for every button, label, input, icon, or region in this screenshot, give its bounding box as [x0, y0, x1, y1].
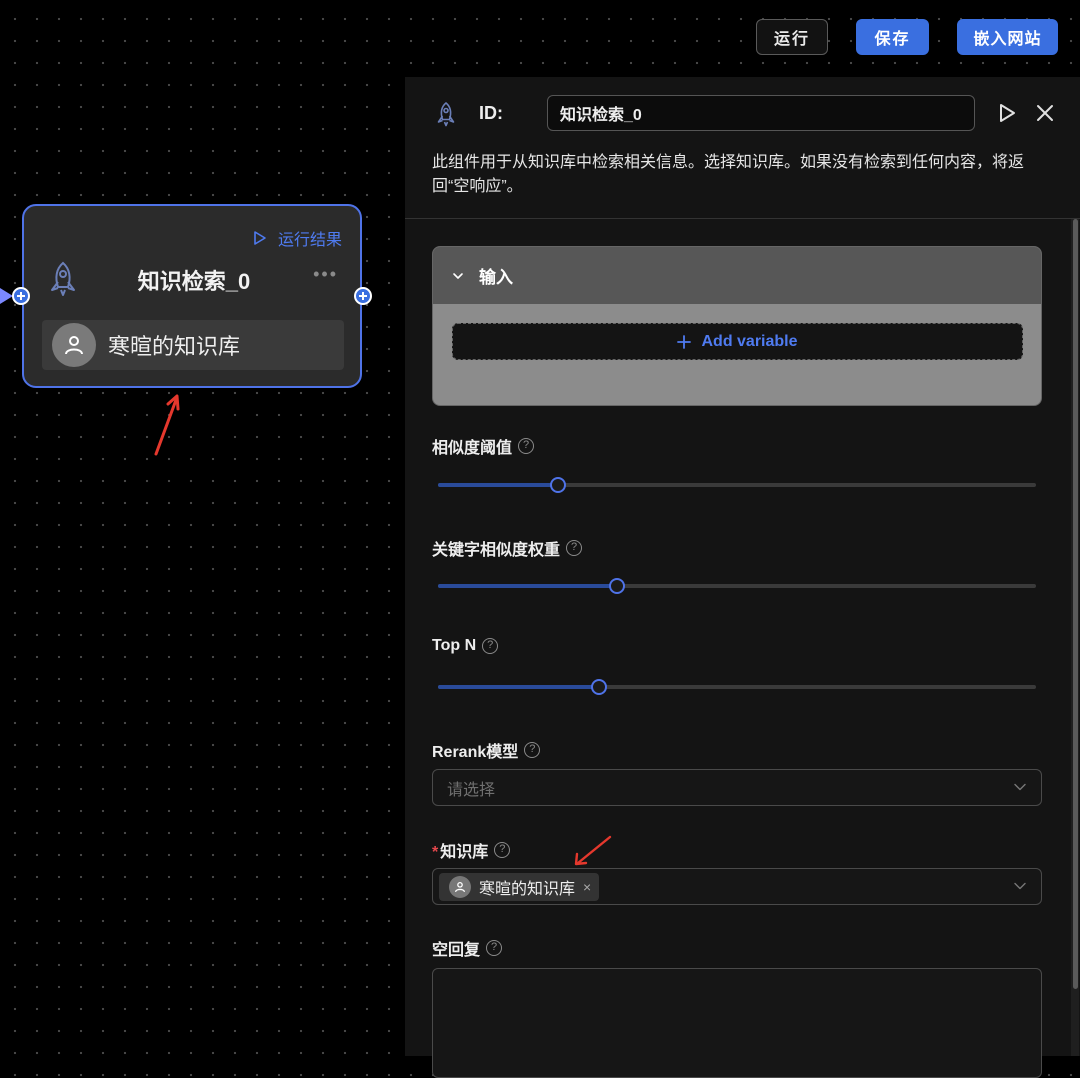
- input-section-header[interactable]: 输入: [433, 247, 1041, 304]
- keyword-weight-label: 关键字相似度权重 ?: [432, 536, 583, 560]
- rerank-select[interactable]: 请选择: [432, 769, 1042, 806]
- rerank-placeholder: 请选择: [447, 781, 496, 799]
- chevron-down-icon[interactable]: [451, 269, 465, 283]
- node-knowledge-base-item: 寒暄的知识库: [42, 320, 344, 370]
- play-icon: [254, 231, 266, 245]
- node-kb-label: 寒暄的知识库: [108, 334, 241, 359]
- similarity-threshold-slider[interactable]: [438, 477, 1036, 493]
- rocket-icon: [437, 101, 455, 127]
- run-button[interactable]: 运行: [756, 19, 828, 55]
- save-button[interactable]: 保存: [856, 19, 929, 55]
- similarity-threshold-text: 相似度阈值: [432, 440, 513, 457]
- help-icon[interactable]: ?: [524, 742, 541, 758]
- add-variable-label: Add variable: [701, 332, 798, 350]
- help-icon[interactable]: ?: [486, 940, 503, 956]
- embed-website-button[interactable]: 嵌入网站: [957, 19, 1058, 55]
- add-variable-button[interactable]: Add variable: [452, 323, 1023, 360]
- knowledge-base-label: * 知识库 ?: [432, 838, 511, 862]
- annotation-arrow-icon: [154, 394, 180, 456]
- help-icon[interactable]: ?: [482, 638, 499, 654]
- top-n-slider[interactable]: [438, 679, 1036, 695]
- rerank-label: Rerank模型 ?: [432, 738, 541, 762]
- scrollbar-thumb[interactable]: [1073, 219, 1078, 989]
- empty-response-textarea[interactable]: [432, 968, 1042, 1078]
- slider-thumb[interactable]: [591, 679, 608, 695]
- user-icon: [65, 336, 83, 355]
- top-n-text: Top N: [432, 637, 477, 654]
- close-icon[interactable]: [1033, 101, 1057, 125]
- remove-tag-icon[interactable]: ×: [583, 879, 591, 895]
- help-icon[interactable]: ?: [566, 540, 583, 556]
- panel-header: ID: 此组件用于从知识库中检索相关信息。选择知识库。如果没有检索到任何内容，将…: [405, 77, 1080, 219]
- id-label: ID:: [479, 103, 503, 123]
- retrieval-node[interactable]: 运行结果 知识检索_0 ••• 寒暄的知识库: [22, 204, 362, 388]
- rerank-text: Rerank模型: [432, 744, 519, 761]
- avatar: [449, 875, 471, 898]
- annotation-arrow-icon: [574, 835, 612, 866]
- chevron-down-icon: [1014, 783, 1026, 791]
- input-section-title: 输入: [479, 268, 513, 287]
- keyword-weight-slider[interactable]: [438, 578, 1036, 594]
- knowledge-base-text: 知识库: [440, 844, 489, 861]
- slider-thumb[interactable]: [609, 578, 626, 594]
- run-result-link[interactable]: 运行结果: [252, 226, 342, 250]
- more-options-icon[interactable]: •••: [313, 264, 338, 285]
- plus-icon: [677, 334, 692, 349]
- avatar: [52, 323, 96, 367]
- slider-fill: [438, 685, 600, 689]
- run-result-label: 运行结果: [277, 232, 342, 249]
- selected-knowledge-base-tag: 寒暄的知识库 ×: [439, 872, 600, 901]
- similarity-threshold-label: 相似度阈值 ?: [432, 434, 535, 458]
- user-icon: [454, 881, 466, 892]
- knowledge-base-select[interactable]: 寒暄的知识库 ×: [432, 868, 1042, 905]
- id-input[interactable]: [547, 95, 975, 131]
- node-input-handle[interactable]: [12, 287, 30, 305]
- slider-thumb[interactable]: [549, 477, 566, 493]
- help-icon[interactable]: ?: [494, 842, 511, 858]
- node-output-handle[interactable]: [354, 287, 372, 305]
- help-icon[interactable]: ?: [518, 438, 535, 454]
- play-icon[interactable]: [995, 101, 1019, 125]
- keyword-weight-text: 关键字相似度权重: [432, 542, 561, 559]
- component-description: 此组件用于从知识库中检索相关信息。选择知识库。如果没有检索到任何内容，将返回“空…: [432, 154, 1025, 195]
- input-section: 输入 Add variable: [432, 246, 1042, 406]
- config-panel: ID: 此组件用于从知识库中检索相关信息。选择知识库。如果没有检索到任何内容，将…: [405, 77, 1080, 1078]
- selected-knowledge-base-label: 寒暄的知识库: [479, 880, 576, 898]
- empty-response-label: 空回复 ?: [432, 936, 503, 960]
- slider-fill: [438, 584, 618, 588]
- required-mark: *: [432, 844, 439, 861]
- chevron-down-icon: [1014, 882, 1026, 890]
- slider-fill: [438, 483, 558, 487]
- top-toolbar: 运行 保存 嵌入网站: [0, 0, 1080, 76]
- empty-response-text: 空回复: [432, 942, 481, 959]
- top-n-label: Top N ?: [432, 637, 499, 655]
